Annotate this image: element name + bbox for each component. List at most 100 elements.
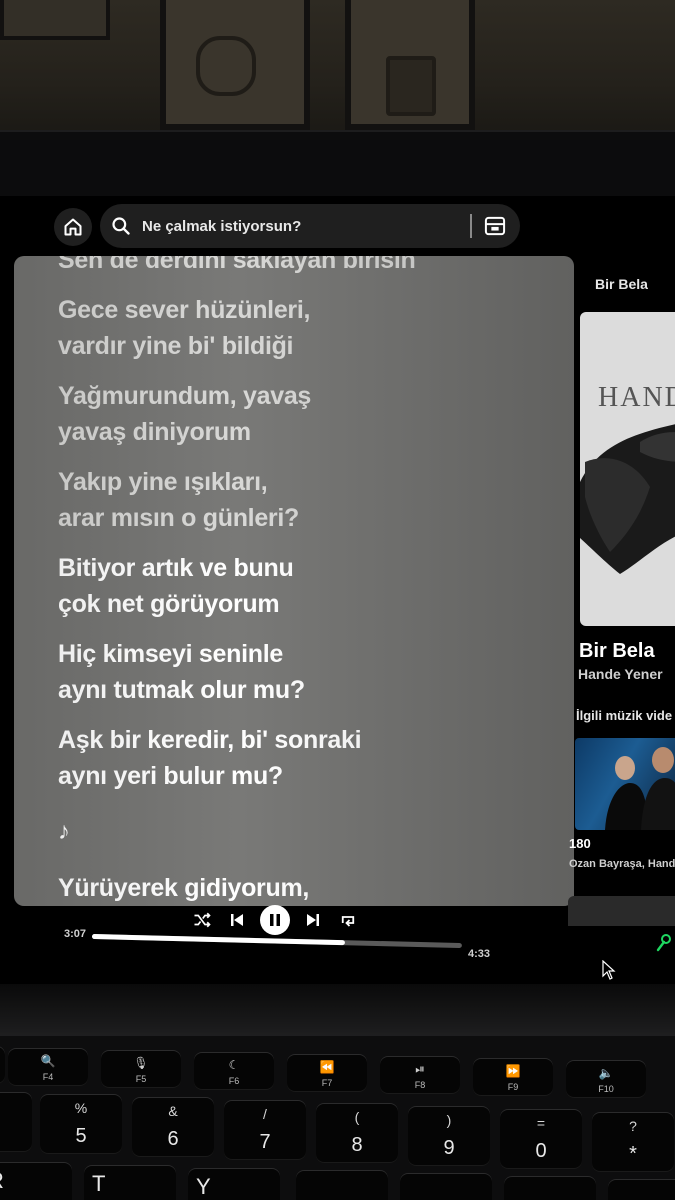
home-button[interactable] <box>54 208 92 246</box>
search-bar[interactable] <box>100 204 520 248</box>
lyric-line[interactable]: Aşk bir keredir, bi' sonraki <box>58 722 538 758</box>
lyric-line[interactable]: yavaş diniyorum <box>58 414 538 450</box>
frame-artwork <box>386 56 436 116</box>
lyric-spacer <box>58 364 538 378</box>
picture-frame <box>160 0 310 130</box>
key-symbol: ☾ <box>228 1058 240 1072</box>
song-title[interactable]: Bir Bela <box>579 640 655 663</box>
picture-frame <box>345 0 475 130</box>
key-f8[interactable]: ⏯ F8 <box>380 1056 460 1094</box>
key-shift-symbol: ) <box>446 1112 452 1128</box>
key-label: F8 <box>414 1080 426 1090</box>
key-t[interactable]: T <box>84 1165 176 1200</box>
key-f5[interactable]: 🎙 F5 <box>101 1050 181 1088</box>
mouse-cursor-icon <box>602 960 616 980</box>
background-wall <box>0 0 675 140</box>
lyric-line[interactable]: Sen de derdini saklayan birisin <box>58 256 538 278</box>
key-*[interactable]: ? * <box>592 1112 674 1172</box>
elapsed-time: 3:07 <box>64 928 87 940</box>
key-f6[interactable]: ☾ F6 <box>194 1052 274 1090</box>
picture-frame <box>0 0 110 40</box>
lyrics-mic-icon[interactable] <box>656 934 672 954</box>
key-shift-symbol: % <box>74 1100 88 1116</box>
key-shift-symbol: & <box>168 1103 178 1119</box>
lyrics-list: Sen de derdini saklayan birisin Gece seve… <box>58 256 538 906</box>
now-playing-view: Bir Bela HAND Bir Bela Hande Yener İlgil… <box>568 256 675 976</box>
lyric-line[interactable]: aynı tutmak olur mu? <box>58 672 538 708</box>
lyric-line[interactable]: vardır yine bi' bildiği <box>58 328 538 364</box>
browse-icon[interactable] <box>482 214 508 238</box>
lyrics-panel[interactable]: Sen de derdini saklayan birisin Gece seve… <box>14 256 574 906</box>
related-videos-heading: İlgili müzik vide <box>576 708 673 723</box>
lyric-line[interactable]: Yağmurundum, yavaş <box>58 378 538 414</box>
lyric-line[interactable]: Hiç kimseyi seninle <box>58 636 538 672</box>
next-button[interactable] <box>301 908 325 932</box>
key-main-symbol: 8 <box>351 1134 363 1156</box>
home-icon <box>64 218 82 236</box>
key-shift-symbol: ( <box>354 1109 360 1125</box>
key-f7[interactable]: ⏪ F7 <box>287 1054 367 1092</box>
search-divider <box>470 214 472 238</box>
shuffle-button[interactable] <box>190 908 214 932</box>
song-artist[interactable]: Hande Yener <box>578 666 663 682</box>
video-thumbnail[interactable] <box>575 738 675 830</box>
key-5[interactable]: % 5 <box>40 1094 122 1154</box>
lyric-line[interactable]: Gece sever hüzünleri, <box>58 292 538 328</box>
key-9[interactable]: ) 9 <box>408 1106 490 1166</box>
key-y[interactable]: Y <box>188 1168 280 1200</box>
key-letter: T <box>92 1171 106 1196</box>
key-8[interactable]: (8 <box>316 1103 398 1163</box>
now-playing-title: Bir Bela <box>595 276 648 292</box>
laptop-hinge <box>0 984 675 1044</box>
key-7[interactable]: /7 <box>224 1100 306 1160</box>
frame-artwork <box>196 36 256 96</box>
music-note-icon[interactable]: ♪ <box>58 808 538 856</box>
key-number-partial[interactable] <box>0 1092 32 1152</box>
lyric-spacer <box>58 622 538 636</box>
key-letter-partial[interactable] <box>296 1170 388 1200</box>
lyric-line[interactable]: çok net görüyorum <box>58 586 538 622</box>
lyric-line[interactable]: Yakıp yine ışıkları, <box>58 464 538 500</box>
lyric-line[interactable]: arar mısın o günleri? <box>58 500 538 536</box>
pause-icon <box>270 914 280 926</box>
key-main-symbol: 9 <box>443 1137 455 1159</box>
key-letter: R <box>0 1168 4 1194</box>
video-title[interactable]: 180 <box>569 836 591 851</box>
key-r[interactable]: R <box>0 1162 72 1200</box>
key-0[interactable]: = 0 <box>500 1109 582 1169</box>
key-letter: Y <box>196 1174 211 1199</box>
next-card[interactable] <box>568 896 675 926</box>
key-letter-partial[interactable] <box>608 1179 675 1200</box>
pause-button[interactable] <box>260 905 290 935</box>
video-artists[interactable]: Ozan Bayraşa, Hand <box>569 858 675 870</box>
repeat-button[interactable] <box>336 908 360 932</box>
lyric-line[interactable]: Bitiyor artık ve bunu <box>58 550 538 586</box>
album-cover-figure <box>580 424 675 574</box>
search-input[interactable] <box>142 217 442 235</box>
key-fn-partial[interactable] <box>0 1046 5 1084</box>
key-symbol: 🎙 <box>133 1056 149 1070</box>
key-label: F9 <box>507 1082 519 1092</box>
key-main-symbol: 0 <box>535 1140 547 1162</box>
key-label: F6 <box>228 1076 240 1086</box>
lyric-spacer <box>58 278 538 292</box>
key-f4[interactable]: 🔍 F4 <box>8 1048 88 1086</box>
key-main-symbol: * <box>629 1143 637 1165</box>
key-f10[interactable]: 🔈 F10 <box>566 1060 646 1098</box>
key-letter-partial[interactable] <box>400 1173 492 1200</box>
key-shift-symbol: ? <box>629 1118 637 1134</box>
lyric-spacer <box>58 536 538 550</box>
previous-button[interactable] <box>225 908 249 932</box>
key-6[interactable]: & 6 <box>132 1097 214 1157</box>
key-label: F5 <box>135 1074 147 1084</box>
lyric-line[interactable]: aynı yeri bulur mu? <box>58 758 538 794</box>
key-symbol: 🔈 <box>598 1066 614 1080</box>
total-time: 4:33 <box>468 948 491 960</box>
key-letter-partial[interactable] <box>504 1176 596 1200</box>
lyric-line[interactable]: Yürüyerek gidiyorum, <box>58 870 538 906</box>
key-f9[interactable]: ⏩ F9 <box>473 1058 553 1096</box>
lyric-spacer <box>58 794 538 808</box>
shuffle-icon <box>194 912 211 928</box>
key-main-symbol: 6 <box>167 1128 179 1150</box>
album-cover[interactable]: HAND <box>580 312 675 626</box>
